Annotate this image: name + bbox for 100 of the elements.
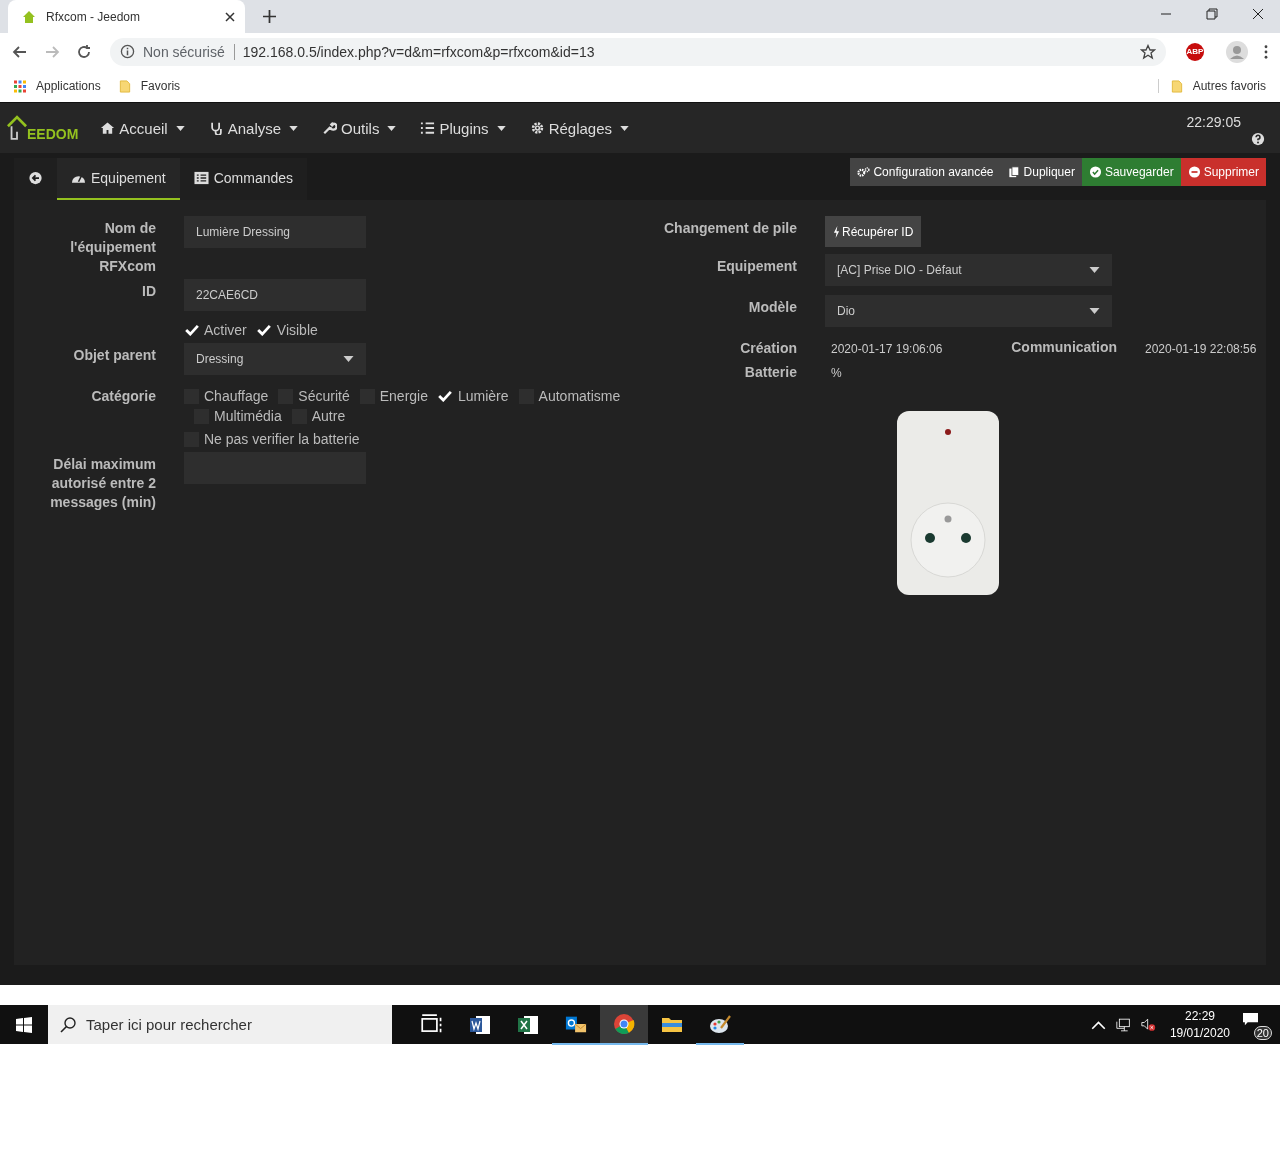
restore-icon[interactable]: [1206, 8, 1218, 20]
field-label: Création: [739, 339, 797, 358]
search-field[interactable]: Taper ici pour rechercher: [48, 1005, 392, 1044]
security-label: Non sécurisé: [143, 43, 235, 60]
search-icon: [60, 1016, 76, 1033]
taskbar-date: 19/01/2020: [1169, 1026, 1230, 1040]
house-logo-icon: [7, 114, 27, 142]
checkbox-label[interactable]: Ne pas verifier la batterie: [204, 431, 360, 447]
field-label: Objet parent: [72, 346, 156, 365]
checkmark-icon: [438, 390, 453, 402]
copy-icon: [1007, 166, 1021, 178]
text-field[interactable]: 22CAE6CD: [184, 279, 366, 311]
nav-menu[interactable]: Outils: [310, 119, 409, 137]
adblock-extension-icon[interactable]: ABP: [1186, 42, 1204, 61]
caret-icon: [496, 125, 506, 131]
help-icon[interactable]: [1251, 132, 1265, 146]
caret-icon: [175, 125, 185, 131]
field-label: Modèle: [747, 298, 797, 317]
info-icon: [120, 44, 135, 59]
field-label: Changement de pile: [662, 219, 797, 238]
minus-circle-icon: [1187, 166, 1201, 178]
wrench-icon: [322, 121, 338, 135]
new-tab-icon[interactable]: [263, 10, 276, 23]
dropdown[interactable]: [AC] Prise DIO - Défaut: [825, 254, 1112, 286]
menu-icon[interactable]: [1264, 44, 1268, 59]
network-icon[interactable]: [1115, 1017, 1131, 1032]
avatar-icon[interactable]: [1226, 40, 1248, 63]
bookmark-folder[interactable]: Favoris: [118, 79, 181, 93]
star-icon[interactable]: [1140, 43, 1156, 60]
checkbox[interactable]: [256, 322, 272, 338]
muted-speaker-icon[interactable]: [1140, 1017, 1156, 1032]
nav-menu[interactable]: Plugins: [408, 119, 518, 137]
caret-icon: [620, 125, 629, 131]
nav-menu[interactable]: Analyse: [196, 119, 311, 137]
tab[interactable]: Equipement: [57, 158, 180, 200]
field-label: Catégorie: [90, 387, 156, 406]
back-arrow-icon[interactable]: [12, 43, 28, 60]
action-button[interactable]: Sauvegarder: [1081, 158, 1181, 186]
caret-icon: [289, 125, 299, 131]
field-label: Batterie: [743, 363, 797, 382]
browser-tab[interactable]: Rfxcom - Jeedom: [8, 0, 245, 33]
bookmark-folder[interactable]: Autres favoris: [1157, 79, 1266, 93]
house-icon: [21, 8, 37, 25]
text-field[interactable]: Lumière Dressing: [184, 216, 366, 248]
checkmark-icon: [184, 324, 199, 336]
notification-icon[interactable]: [1242, 1011, 1259, 1027]
dropdown[interactable]: Dio: [825, 295, 1112, 327]
checkbox[interactable]: [184, 322, 199, 338]
action-button[interactable]: Configuration avancée: [850, 158, 1001, 186]
dropdown[interactable]: Dressing: [184, 343, 366, 375]
checkbox-label[interactable]: Activer: [204, 322, 247, 338]
retrieve-id-button[interactable]: Récupérer ID: [825, 216, 922, 247]
windows-start-icon[interactable]: [16, 1016, 32, 1033]
checkbox[interactable]: [438, 388, 453, 404]
apps-grid-icon: [14, 79, 26, 93]
communication-date: 2020-01-19 22:08:56: [1144, 341, 1258, 356]
action-button[interactable]: Supprimer: [1180, 158, 1266, 186]
address-bar[interactable]: Non sécurisé 192.168.0.5/index.php?v=d&m=rfxcom&p=rfxcom&id=13: [110, 37, 1166, 66]
checkbox-label[interactable]: Multimédia: [214, 408, 282, 424]
field-label: Equipement: [715, 257, 797, 276]
checkbox-label[interactable]: Automatisme: [538, 388, 621, 404]
nav-menu[interactable]: Accueil: [88, 119, 197, 137]
reload-icon[interactable]: [76, 43, 92, 60]
back-arrow-icon: [28, 171, 43, 185]
nav-menu[interactable]: Réglages: [517, 119, 641, 137]
action-button[interactable]: Dupliquer: [1000, 158, 1082, 186]
folder-icon: [118, 79, 131, 93]
close-icon[interactable]: [1252, 8, 1264, 20]
caret-icon: [387, 125, 397, 131]
stethoscope-icon: [208, 121, 224, 135]
chrome-app-icon[interactable]: [600, 1004, 648, 1045]
checkbox-label[interactable]: Lumière: [458, 388, 509, 404]
checkbox-label[interactable]: Chauffage: [204, 388, 269, 404]
check-circle-icon: [1088, 166, 1102, 178]
clock: 22:29:05: [1186, 114, 1241, 130]
caret-icon: [1089, 267, 1100, 273]
lightning-icon: [833, 225, 840, 238]
field-label: Nom de l'équipement RFXcom: [69, 219, 156, 276]
close-icon[interactable]: [225, 11, 235, 22]
notification-count: 20: [1253, 1025, 1272, 1040]
logo[interactable]: EEDOM: [7, 114, 79, 142]
checkbox-label[interactable]: Autre: [311, 408, 346, 424]
checkbox-label[interactable]: Sécurité: [298, 388, 350, 404]
gears-icon: [857, 166, 871, 178]
list-icon: [193, 171, 209, 185]
taskbar-time: 22:29: [1184, 1009, 1215, 1023]
tab-title: Rfxcom - Jeedom: [46, 9, 142, 24]
creation-date: 2020-01-17 19:06:06: [830, 341, 944, 356]
url-text: 192.168.0.5/index.php?v=d&m=rfxcom&p=rfxcom&id=13: [242, 43, 596, 60]
field-label: ID: [141, 282, 156, 301]
field-label: Délai maximum autorisé entre 2 messages (min): [49, 455, 156, 512]
house-icon: [100, 121, 116, 135]
field-label: Communication: [1010, 338, 1117, 355]
checkbox-label[interactable]: Visible: [276, 322, 318, 338]
checkbox-label[interactable]: Energie: [379, 388, 428, 404]
bookmark-link[interactable]: Applications: [14, 79, 101, 93]
gear-icon: [529, 121, 545, 135]
caret-icon: [343, 356, 354, 362]
list-icon: [420, 121, 436, 135]
battery-value: %: [830, 365, 843, 380]
